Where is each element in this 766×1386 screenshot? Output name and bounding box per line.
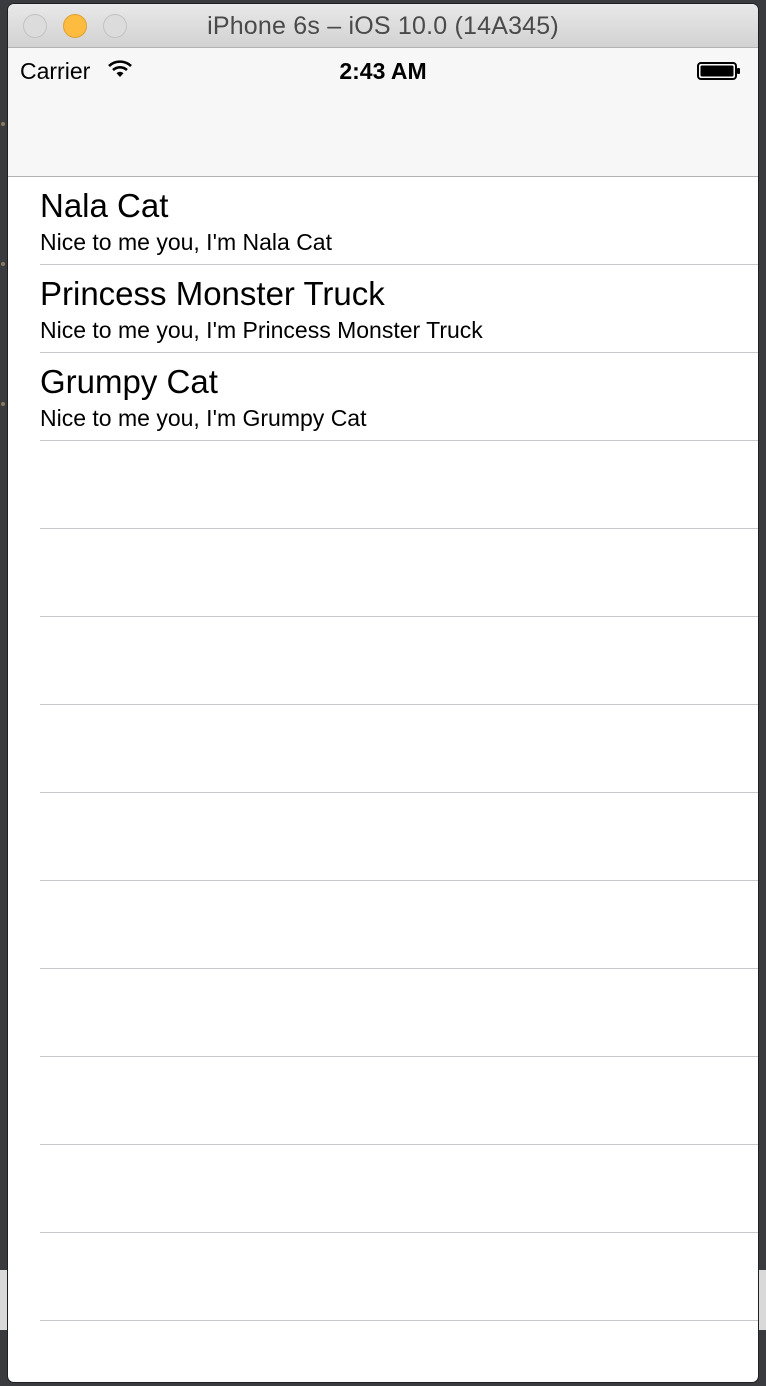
- row-title: Princess Monster Truck: [40, 275, 385, 312]
- table-row[interactable]: Princess Monster Truck Nice to me you, I…: [40, 265, 758, 353]
- empty-table-row: [40, 1145, 758, 1233]
- row-title: Grumpy Cat: [40, 363, 218, 400]
- table-view[interactable]: Nala Cat Nice to me you, I'm Nala Cat Pr…: [8, 177, 758, 1321]
- empty-table-row: [40, 529, 758, 617]
- empty-table-row: [40, 793, 758, 881]
- table-row[interactable]: Grumpy Cat Nice to me you, I'm Grumpy Ca…: [40, 353, 758, 441]
- empty-table-row: [40, 1057, 758, 1145]
- desktop-dot: [1, 122, 5, 126]
- status-bar: Carrier 2:43 AM: [8, 48, 758, 92]
- empty-table-row: [40, 1233, 758, 1321]
- empty-table-row: [40, 705, 758, 793]
- window-titlebar[interactable]: iPhone 6s – iOS 10.0 (14A345): [8, 4, 758, 48]
- desktop-dot: [1, 262, 5, 266]
- empty-table-row: [40, 881, 758, 969]
- empty-table-row: [40, 617, 758, 705]
- row-subtitle: Nice to me you, I'm Nala Cat: [40, 229, 332, 255]
- row-subtitle: Nice to me you, I'm Princess Monster Tru…: [40, 317, 483, 343]
- empty-table-row: [40, 441, 758, 529]
- simulator-window: iPhone 6s – iOS 10.0 (14A345) Carrier 2:…: [8, 4, 758, 1382]
- battery-icon: [697, 62, 740, 80]
- navigation-bar: Carrier 2:43 AM: [8, 48, 758, 177]
- desktop-background: iPhone 6s – iOS 10.0 (14A345) Carrier 2:…: [0, 0, 766, 1386]
- desktop-dot: [1, 402, 5, 406]
- row-subtitle: Nice to me you, I'm Grumpy Cat: [40, 405, 367, 431]
- table-row[interactable]: Nala Cat Nice to me you, I'm Nala Cat: [40, 177, 758, 265]
- row-title: Nala Cat: [40, 187, 169, 224]
- status-time: 2:43 AM: [339, 58, 427, 84]
- empty-table-row: [40, 969, 758, 1057]
- window-title: iPhone 6s – iOS 10.0 (14A345): [207, 12, 559, 40]
